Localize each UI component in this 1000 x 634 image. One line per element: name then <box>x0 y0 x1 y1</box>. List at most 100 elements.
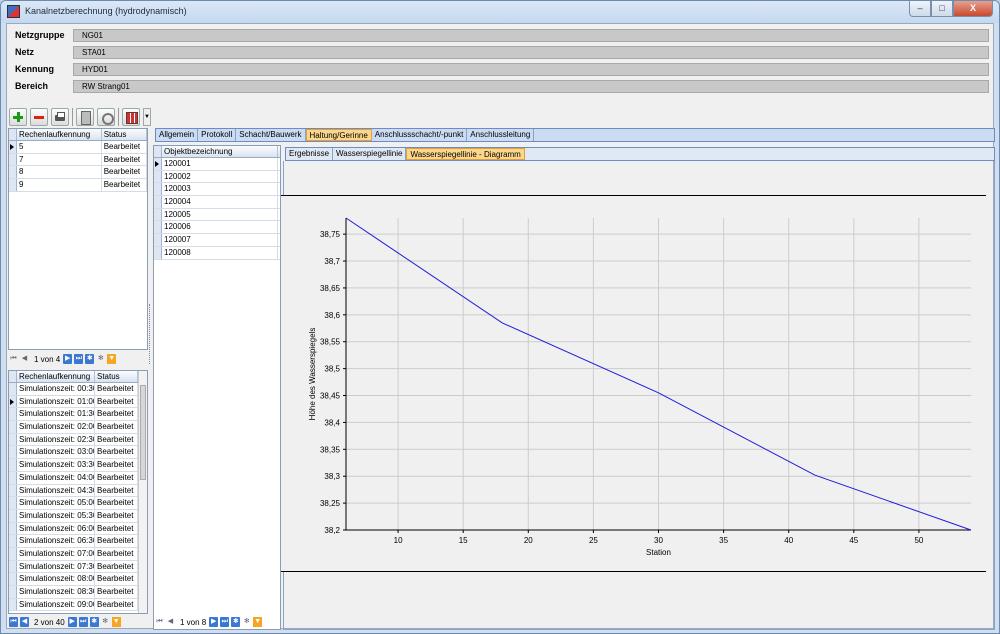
title-bar[interactable]: Kanalnetzberechnung (hydrodynamisch) – □… <box>1 1 999 23</box>
chevron-down-icon[interactable]: ▼ <box>143 108 151 126</box>
row-selector[interactable] <box>9 535 17 547</box>
column-header-objektbezeichnung[interactable]: Objektbezeichnung <box>162 146 278 157</box>
table-row[interactable]: Simulationszeit: 06:00 Bearbeitet <box>9 522 147 536</box>
table-row[interactable]: 8 Bearbeitet <box>9 166 147 180</box>
previous-record-icon[interactable]: ◀ <box>166 617 175 627</box>
row-selector[interactable] <box>154 196 162 208</box>
table-row[interactable]: 120004 <box>154 196 280 209</box>
row-selector[interactable] <box>154 183 162 196</box>
next-record-icon[interactable]: ▶ <box>63 354 73 364</box>
row-selector[interactable] <box>9 497 17 509</box>
table-row[interactable]: Simulationszeit: 04:00 Bearbeitet <box>9 471 147 485</box>
print-icon[interactable] <box>51 108 69 126</box>
row-selector[interactable] <box>154 221 162 234</box>
tab-anschlussleitung[interactable]: Anschlussleitung <box>467 129 535 141</box>
column-header-status[interactable]: Status <box>102 129 147 140</box>
row-selector[interactable] <box>9 547 17 560</box>
table-row[interactable]: Simulationszeit: 09:00 Bearbeitet <box>9 598 147 612</box>
row-selector[interactable] <box>9 522 17 535</box>
calculator-icon[interactable] <box>76 108 94 126</box>
scrollbar-thumb[interactable] <box>140 385 146 480</box>
column-header-status[interactable]: Status <box>95 371 138 382</box>
new-record-icon[interactable]: ✱ <box>89 617 99 627</box>
row-selector[interactable] <box>9 598 17 611</box>
table-row[interactable]: Simulationszeit: 06:30 Bearbeitet <box>9 535 147 548</box>
table-row[interactable]: 120002 <box>154 170 280 184</box>
filter-icon[interactable]: ▼ <box>111 617 121 627</box>
row-selector[interactable] <box>9 166 17 179</box>
tab-schacht-bauwerk[interactable]: Schacht/Bauwerk <box>236 129 306 141</box>
row-selector[interactable] <box>9 421 17 433</box>
new-record-icon[interactable]: ✱ <box>231 617 241 627</box>
row-selector[interactable] <box>9 484 17 497</box>
filter-icon[interactable]: ▼ <box>253 617 263 627</box>
table-row[interactable]: Simulationszeit: 08:30 Bearbeitet <box>9 586 147 599</box>
last-record-icon[interactable]: ⏭ <box>220 617 230 627</box>
table-row[interactable]: 5 Bearbeitet <box>9 141 147 154</box>
row-selector[interactable] <box>9 459 17 471</box>
vertical-scrollbar[interactable] <box>138 371 147 613</box>
add-icon[interactable] <box>9 108 27 126</box>
table-row[interactable]: Simulationszeit: 03:00 Bearbeitet <box>9 446 147 460</box>
table-row[interactable]: Simulationszeit: 01:30 Bearbeitet <box>9 408 147 422</box>
table-row[interactable]: Simulationszeit: 07:30 Bearbeitet <box>9 560 147 574</box>
grid-corner[interactable] <box>154 146 162 157</box>
maximize-button[interactable]: □ <box>931 1 953 17</box>
delete-icon[interactable] <box>30 108 48 126</box>
table-row[interactable]: 120003 <box>154 183 280 197</box>
close-button[interactable]: X <box>953 1 993 17</box>
refresh-icon[interactable]: ✻ <box>242 617 251 627</box>
table-row[interactable]: Simulationszeit: 05:30 Bearbeitet <box>9 509 147 523</box>
row-selector[interactable] <box>9 471 17 484</box>
row-selector[interactable] <box>154 234 162 246</box>
table-row[interactable]: Simulationszeit: 07:00 Bearbeitet <box>9 547 147 561</box>
table-row[interactable]: 120008 <box>154 246 280 260</box>
row-selector[interactable] <box>9 383 17 395</box>
first-record-icon[interactable]: ⏮ <box>9 617 18 627</box>
row-selector[interactable] <box>9 560 17 573</box>
next-record-icon[interactable]: ▶ <box>209 617 219 627</box>
tab-allgemein[interactable]: Allgemein <box>156 129 199 141</box>
link-icon[interactable] <box>97 108 115 126</box>
table-row[interactable]: Simulationszeit: 02:00 Bearbeitet <box>9 421 147 434</box>
table-row[interactable]: Simulationszeit: 01:00 Bearbeitet <box>9 395 147 409</box>
row-selector[interactable] <box>154 208 162 221</box>
table-row[interactable]: 9 Bearbeitet <box>9 179 147 192</box>
previous-record-icon[interactable]: ◀ <box>20 354 29 364</box>
last-record-icon[interactable]: ⏭ <box>74 354 84 364</box>
row-selector[interactable] <box>154 246 162 259</box>
table-row[interactable]: 120007 <box>154 234 280 247</box>
refresh-icon[interactable]: ✻ <box>96 354 105 364</box>
table-row[interactable]: Simulationszeit: 05:00 Bearbeitet <box>9 497 147 510</box>
first-record-icon[interactable]: ⏮ <box>9 354 18 364</box>
table-row[interactable]: 120005 <box>154 208 280 222</box>
table-row[interactable]: Simulationszeit: 00:30 Bearbeitet <box>9 383 147 396</box>
tab-ergebnisse[interactable]: Ergebnisse <box>286 148 334 160</box>
vertical-splitter[interactable] <box>149 304 152 364</box>
grid-corner[interactable] <box>9 129 17 140</box>
row-selector[interactable] <box>9 395 17 408</box>
previous-record-icon[interactable]: ◀ <box>20 617 29 627</box>
filter-icon[interactable]: ▼ <box>107 354 117 364</box>
column-header-rechenlaufkennung[interactable]: Rechenlaufkennung <box>17 129 102 140</box>
row-selector[interactable] <box>154 170 162 183</box>
table-row[interactable]: Simulationszeit: 02:30 Bearbeitet <box>9 433 147 447</box>
tab-anschlussschacht-punkt[interactable]: Anschlussschacht/-punkt <box>372 129 468 141</box>
next-record-icon[interactable]: ▶ <box>67 617 77 627</box>
row-selector[interactable] <box>9 179 17 191</box>
row-selector[interactable] <box>9 141 17 153</box>
row-selector[interactable] <box>154 158 162 170</box>
tab-wasserspiegellinie[interactable]: Wasserspiegellinie <box>333 148 407 160</box>
column-header-rechenlaufkennung[interactable]: Rechenlaufkennung <box>17 371 95 382</box>
refresh-icon[interactable]: ✻ <box>101 617 110 627</box>
row-selector[interactable] <box>9 446 17 459</box>
table-row[interactable]: 120006 <box>154 221 280 235</box>
row-selector[interactable] <box>9 153 17 166</box>
row-selector[interactable] <box>9 509 17 522</box>
last-record-icon[interactable]: ⏭ <box>78 617 88 627</box>
new-record-icon[interactable]: ✱ <box>85 354 95 364</box>
row-selector[interactable] <box>9 586 17 598</box>
table-row[interactable]: 120001 <box>154 158 280 171</box>
table-row[interactable]: Simulationszeit: 08:00 Bearbeitet <box>9 573 147 586</box>
tab-protokoll[interactable]: Protokoll <box>198 129 237 141</box>
